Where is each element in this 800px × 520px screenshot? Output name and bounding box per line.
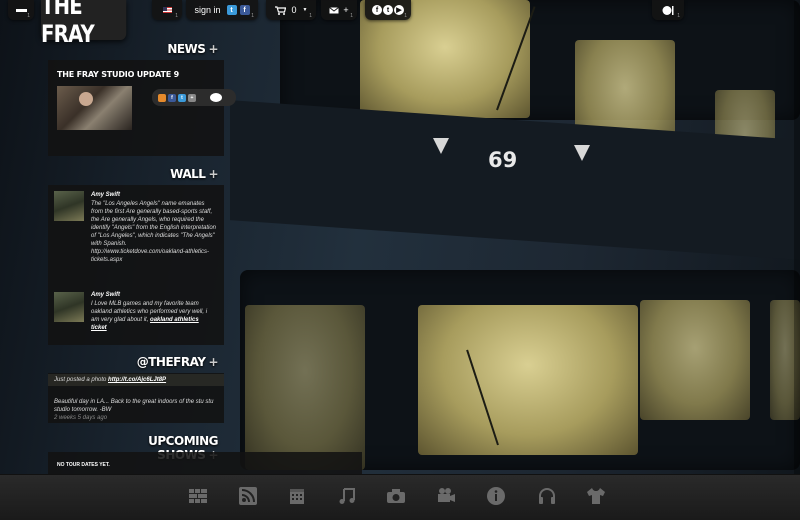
flag-icon: [162, 7, 172, 13]
mail-count: 1: [350, 13, 353, 19]
more-share-icon[interactable]: +: [188, 93, 196, 102]
youtube-icon[interactable]: ▶: [394, 5, 404, 15]
avatar[interactable]: [54, 292, 84, 322]
calendar-icon[interactable]: [287, 486, 307, 506]
facebook-icon[interactable]: f: [168, 93, 176, 102]
cart-button[interactable]: 0 ▼ 1: [266, 0, 316, 20]
news-heading[interactable]: NEWS +: [120, 42, 218, 56]
wall-post-text: I Love MLB games and my favorite team oa…: [91, 300, 216, 332]
wall-post-author[interactable]: Amy Swift: [91, 192, 120, 198]
no-tour-dates-text: NO TOUR DATES YET.: [57, 462, 110, 468]
rss-icon[interactable]: [238, 486, 258, 506]
rss-icon[interactable]: [158, 93, 166, 102]
wall-heading[interactable]: WALL +: [120, 167, 218, 181]
flag-count: 1: [175, 13, 178, 19]
share-bar: f t +: [152, 89, 236, 106]
menu-icon: [15, 8, 27, 12]
wall-grid-icon[interactable]: [188, 486, 208, 506]
signin-label: sign in: [194, 5, 221, 15]
video-camera-icon[interactable]: [436, 486, 456, 506]
news-item-thumbnail[interactable]: [57, 86, 132, 130]
mail-button[interactable]: + 1: [321, 0, 357, 20]
camera-icon[interactable]: [386, 486, 406, 506]
cart-count: 0: [291, 5, 297, 15]
player-icon: [662, 5, 674, 15]
meter-scale-label: 69: [488, 148, 518, 172]
mail-plus: +: [343, 5, 349, 15]
news-plus[interactable]: +: [208, 42, 218, 56]
signin-count: 1: [251, 13, 254, 19]
tweet-time[interactable]: 2 weeks 5 days ago: [54, 415, 107, 421]
twitter-icon[interactable]: t: [383, 5, 393, 15]
cart-dropdown-icon: ▼: [302, 7, 308, 13]
news-heading-label: NEWS: [167, 42, 206, 56]
headphones-icon[interactable]: [537, 486, 557, 506]
site-logo[interactable]: THE FRAY: [41, 0, 127, 48]
social-count: 1: [404, 13, 407, 19]
tshirt-icon[interactable]: [586, 486, 606, 506]
wall-heading-label: WALL: [170, 167, 206, 181]
wall-plus[interactable]: +: [208, 167, 218, 181]
music-note-icon[interactable]: [337, 486, 357, 506]
comment-icon[interactable]: [210, 93, 222, 102]
tweet: Beautiful day in LA... Back to the great…: [48, 396, 224, 424]
mail-icon: [329, 6, 340, 13]
facebook-icon[interactable]: f: [372, 5, 382, 15]
twitter-plus[interactable]: +: [208, 355, 218, 369]
news-item-title[interactable]: THE FRAY STUDIO UPDATE 9: [57, 70, 179, 79]
tweet-link[interactable]: http://t.co/Ajc6LJt8P: [108, 377, 166, 383]
language-button[interactable]: 1: [152, 0, 182, 20]
twitter-icon[interactable]: t: [226, 5, 237, 15]
wall-post-text: The "Los Angeles Angels" name emanates f…: [91, 201, 216, 263]
player-count: 1: [677, 13, 680, 19]
social-links: f t ▶ 1: [365, 0, 411, 20]
twitter-icon[interactable]: t: [178, 93, 186, 102]
tweet-text: Beautiful day in LA... Back to the great…: [54, 399, 214, 413]
info-icon[interactable]: [486, 486, 506, 506]
menu-button[interactable]: 1: [8, 0, 34, 20]
avatar[interactable]: [54, 191, 84, 221]
scrollbar[interactable]: [794, 0, 800, 474]
cart-icon: [274, 5, 286, 15]
wall-post-author[interactable]: Amy Swift: [91, 292, 120, 298]
twitter-heading[interactable]: @THEFRAY +: [110, 355, 219, 369]
tweet-text: Just posted a photo: [54, 377, 109, 383]
player-button[interactable]: 1: [652, 0, 684, 20]
facebook-icon[interactable]: f: [239, 5, 250, 15]
menu-count: 1: [27, 13, 30, 19]
tweet: Just posted a photo http://t.co/Ajc6LJt8…: [48, 374, 224, 386]
signin-button[interactable]: sign in t f 1: [186, 0, 258, 20]
twitter-heading-label: @THEFRAY: [136, 355, 206, 369]
cart-badge: 1: [309, 13, 312, 19]
